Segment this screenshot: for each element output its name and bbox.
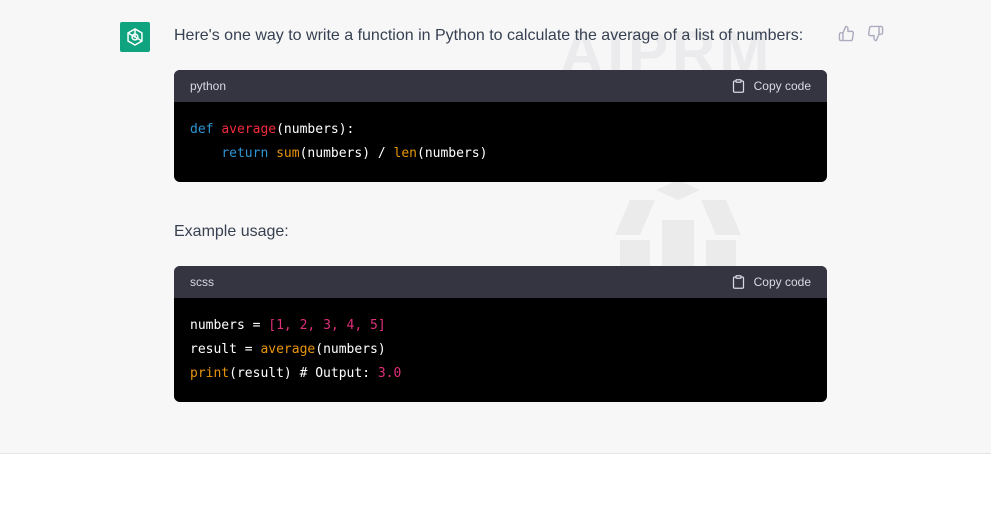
assistant-avatar (120, 22, 150, 52)
code-content: numbers = [1, 2, 3, 4, 5] result = avera… (174, 298, 827, 386)
response-intro-text: Here's one way to write a function in Py… (174, 27, 804, 44)
feedback-controls (838, 25, 884, 42)
code-line: result = average(numbers) (190, 342, 386, 357)
code-block-header: scss Copy code (174, 266, 827, 298)
assistant-message: AIPRM Here's one way to write a function… (0, 0, 991, 454)
example-usage-label: Example usage: (174, 223, 289, 240)
code-content: def average(numbers): return sum(numbers… (174, 102, 827, 166)
copy-code-button[interactable]: Copy code (731, 78, 811, 94)
thumbs-down-icon (867, 25, 884, 42)
code-line: print(result) # Output: 3.0 (190, 366, 402, 381)
copy-code-label: Copy code (753, 275, 811, 289)
thumbs-up-icon (838, 25, 855, 42)
code-line: def average(numbers): (190, 122, 355, 137)
copy-code-button[interactable]: Copy code (731, 274, 811, 290)
clipboard-icon (732, 79, 744, 93)
copy-code-label: Copy code (753, 79, 811, 93)
code-block-python: python Copy code def average(numbers): r… (174, 70, 827, 182)
clipboard-icon (732, 275, 744, 289)
code-language-label: scss (190, 275, 214, 289)
code-language-label: python (190, 79, 227, 93)
code-line: numbers = [1, 2, 3, 4, 5] (190, 318, 386, 333)
thumbs-down-button[interactable] (867, 25, 884, 42)
code-block-scss: scss Copy code numbers = [1, 2, 3, 4, 5]… (174, 266, 827, 402)
thumbs-up-button[interactable] (838, 25, 855, 42)
code-block-header: python Copy code (174, 70, 827, 102)
openai-logo-icon (127, 28, 143, 46)
code-line: return sum(numbers) / len(numbers) (221, 146, 488, 161)
